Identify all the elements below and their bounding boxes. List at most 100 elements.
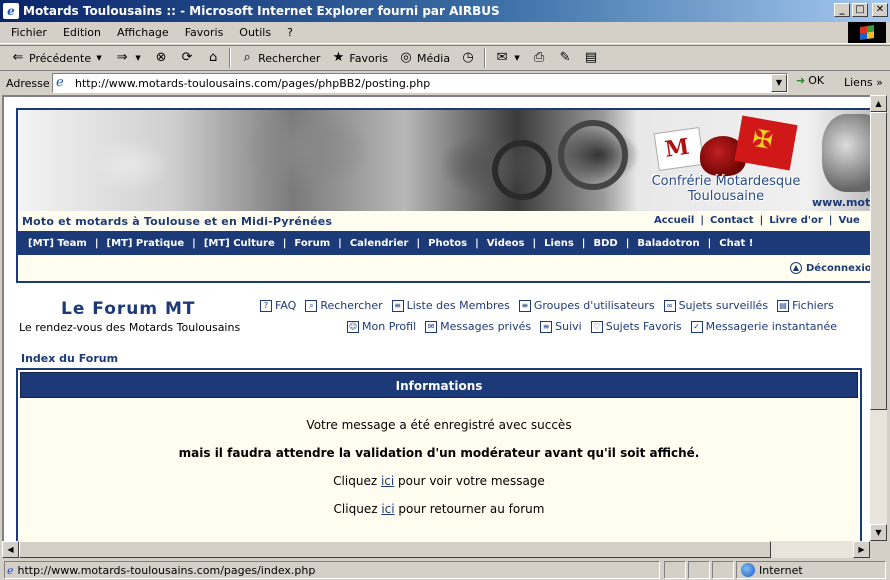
forum-index-link[interactable]: Index du Forum — [21, 352, 118, 365]
nav-calendrier[interactable]: Calendrier — [348, 238, 411, 249]
forum-groups-link[interactable]: ≡ Groupes d'utilisateurs — [518, 299, 655, 312]
forward-button[interactable]: ⇒ ▼ — [110, 47, 147, 69]
banner-wheel — [558, 120, 628, 190]
horizontal-scrollbar[interactable]: ◀ ▶ — [2, 541, 870, 558]
info-panel: Informations Votre message a été enregis… — [16, 368, 862, 541]
nav-videos[interactable]: Videos — [485, 238, 527, 249]
scroll-left-button[interactable]: ◀ — [2, 541, 19, 558]
forum-favorites-link[interactable]: ♡ Sujets Favoris — [590, 320, 682, 333]
nav-liens[interactable]: Liens — [542, 238, 576, 249]
go-label: OK — [808, 74, 825, 87]
mt-flag-icon: M — [653, 126, 705, 172]
home-button[interactable]: ⌂ — [201, 47, 225, 69]
document-icon: ▤ — [584, 50, 598, 65]
stop-button[interactable]: ⊗ — [149, 47, 173, 69]
nav-chat[interactable]: Chat ! — [717, 238, 755, 249]
address-label: Adresse — [6, 76, 50, 90]
minimize-button[interactable]: _ — [834, 3, 850, 17]
link-contact[interactable]: Contact — [710, 215, 754, 226]
scroll-right-button[interactable]: ▶ — [853, 541, 870, 558]
view-message-link[interactable]: ici — [381, 474, 394, 488]
nav-photos[interactable]: Photos — [426, 238, 469, 249]
page-viewport: M ✠ Confrérie Motardesque Toulousaine ww… — [2, 95, 870, 541]
files-icon: ▤ — [777, 299, 790, 312]
discuss-button[interactable]: ▤ — [579, 47, 603, 69]
nav-forum[interactable]: Forum — [292, 238, 332, 249]
link-vue[interactable]: Vue — [838, 215, 859, 226]
logout-icon: ▲ — [790, 262, 802, 274]
moderation-message: mais il faudra attendre la validation d'… — [178, 446, 700, 460]
nav-culture[interactable]: [MT] Culture — [202, 238, 277, 249]
links-label: Liens — [844, 76, 873, 89]
vertical-scroll-thumb[interactable] — [870, 112, 887, 410]
info-header: Informations — [20, 372, 858, 398]
refresh-icon: ⟳ — [181, 50, 193, 65]
close-button[interactable]: ✕ — [872, 3, 888, 17]
forum-profile-link[interactable]: ☺ Mon Profil — [347, 320, 416, 333]
menu-outils[interactable]: Outils — [231, 26, 279, 39]
edit-button[interactable]: ✎ — [553, 47, 577, 69]
logout-link[interactable]: ▲ Déconnexion — [790, 262, 870, 274]
history-button[interactable]: ◷ — [456, 47, 480, 69]
helmet-image — [822, 114, 870, 192]
vertical-scrollbar[interactable]: ▲ ▼ — [870, 95, 887, 541]
stop-icon: ⊗ — [155, 50, 167, 65]
zone-label: Internet — [759, 563, 803, 577]
nav-bdd[interactable]: BDD — [591, 238, 619, 249]
toolbar-separator — [229, 48, 232, 68]
nav-pratique[interactable]: [MT] Pratique — [105, 238, 187, 249]
nav-baladotron[interactable]: Baladotron — [635, 238, 701, 249]
mail-button[interactable]: ✉ ▼ — [490, 47, 525, 69]
horizontal-scroll-thumb[interactable] — [19, 541, 771, 558]
toolbar-separator — [484, 48, 487, 68]
home-icon: ⌂ — [208, 50, 218, 65]
back-button[interactable]: ⇐ Précédente ▼ — [6, 47, 108, 69]
forum-faq-link[interactable]: ? FAQ — [260, 299, 296, 312]
go-button[interactable]: ➜ OK — [796, 74, 824, 87]
maximize-button[interactable]: □ — [852, 3, 868, 17]
nav-team[interactable]: [MT] Team — [26, 238, 89, 249]
links-button[interactable]: Liens » — [844, 76, 883, 89]
menu-affichage[interactable]: Affichage — [109, 26, 177, 39]
address-dropdown-button[interactable]: ▼ — [771, 74, 787, 92]
link-livre-dor[interactable]: Livre d'or — [769, 215, 823, 226]
chevron-down-icon: ▼ — [514, 54, 520, 62]
forum-search-link[interactable]: ⌕ Rechercher — [305, 299, 383, 312]
search-icon: ⌕ — [305, 299, 318, 312]
success-message: Votre message a été enregistré avec succ… — [306, 418, 572, 432]
tagline-row: Moto et motards à Toulouse et en Midi-Py… — [18, 211, 870, 233]
return-forum-link[interactable]: ici — [381, 502, 394, 516]
instant-messaging-icon: ✓ — [690, 320, 703, 333]
top-links: Accueil | Contact | Livre d'or | Vue — [654, 215, 860, 226]
favorites-label: Favoris — [349, 51, 389, 65]
forum-follow-link[interactable]: ≡ Suivi — [540, 320, 582, 333]
printer-icon: ⎙ — [533, 50, 545, 65]
menu-favoris[interactable]: Favoris — [177, 26, 232, 39]
title-bar: e Motards Toulousains :: - Microsoft Int… — [0, 0, 890, 22]
edit-icon: ✎ — [559, 50, 571, 65]
logo-title: Confrérie Motardesque Toulousaine — [651, 174, 801, 204]
back-label: Précédente — [29, 51, 92, 65]
forum-im-link[interactable]: ✓ Messagerie instantanée — [690, 320, 837, 333]
forum-members-link[interactable]: ≡ Liste des Membres — [391, 299, 510, 312]
scroll-up-button[interactable]: ▲ — [870, 95, 887, 112]
menu-edition[interactable]: Edition — [55, 26, 109, 39]
print-button[interactable]: ⎙ — [527, 47, 551, 69]
back-arrow-icon: ⇐ — [12, 50, 24, 65]
forum-watched-link[interactable]: ∞ Sujets surveillés — [663, 299, 768, 312]
address-input[interactable]: ℯ http://www.motards-toulousains.com/pag… — [52, 73, 788, 93]
favorites-button[interactable]: ★ Favoris — [326, 47, 392, 69]
forum-pm-link[interactable]: ✉ Messages privés — [425, 320, 531, 333]
site-banner: M ✠ Confrérie Motardesque Toulousaine ww… — [18, 110, 870, 211]
scroll-down-button[interactable]: ▼ — [870, 524, 887, 541]
search-icon: ⌕ — [243, 50, 251, 65]
forum-files-link[interactable]: ▤ Fichiers — [777, 299, 834, 312]
refresh-button[interactable]: ⟳ — [175, 47, 199, 69]
search-button[interactable]: ⌕ Rechercher — [235, 47, 324, 69]
menu-fichier[interactable]: Fichier — [0, 26, 55, 39]
media-button[interactable]: ◎ Média — [394, 47, 454, 69]
windows-logo — [848, 22, 886, 43]
link-accueil[interactable]: Accueil — [654, 215, 694, 226]
chevron-down-icon: ▼ — [135, 54, 141, 62]
menu-help[interactable]: ? — [279, 26, 301, 39]
